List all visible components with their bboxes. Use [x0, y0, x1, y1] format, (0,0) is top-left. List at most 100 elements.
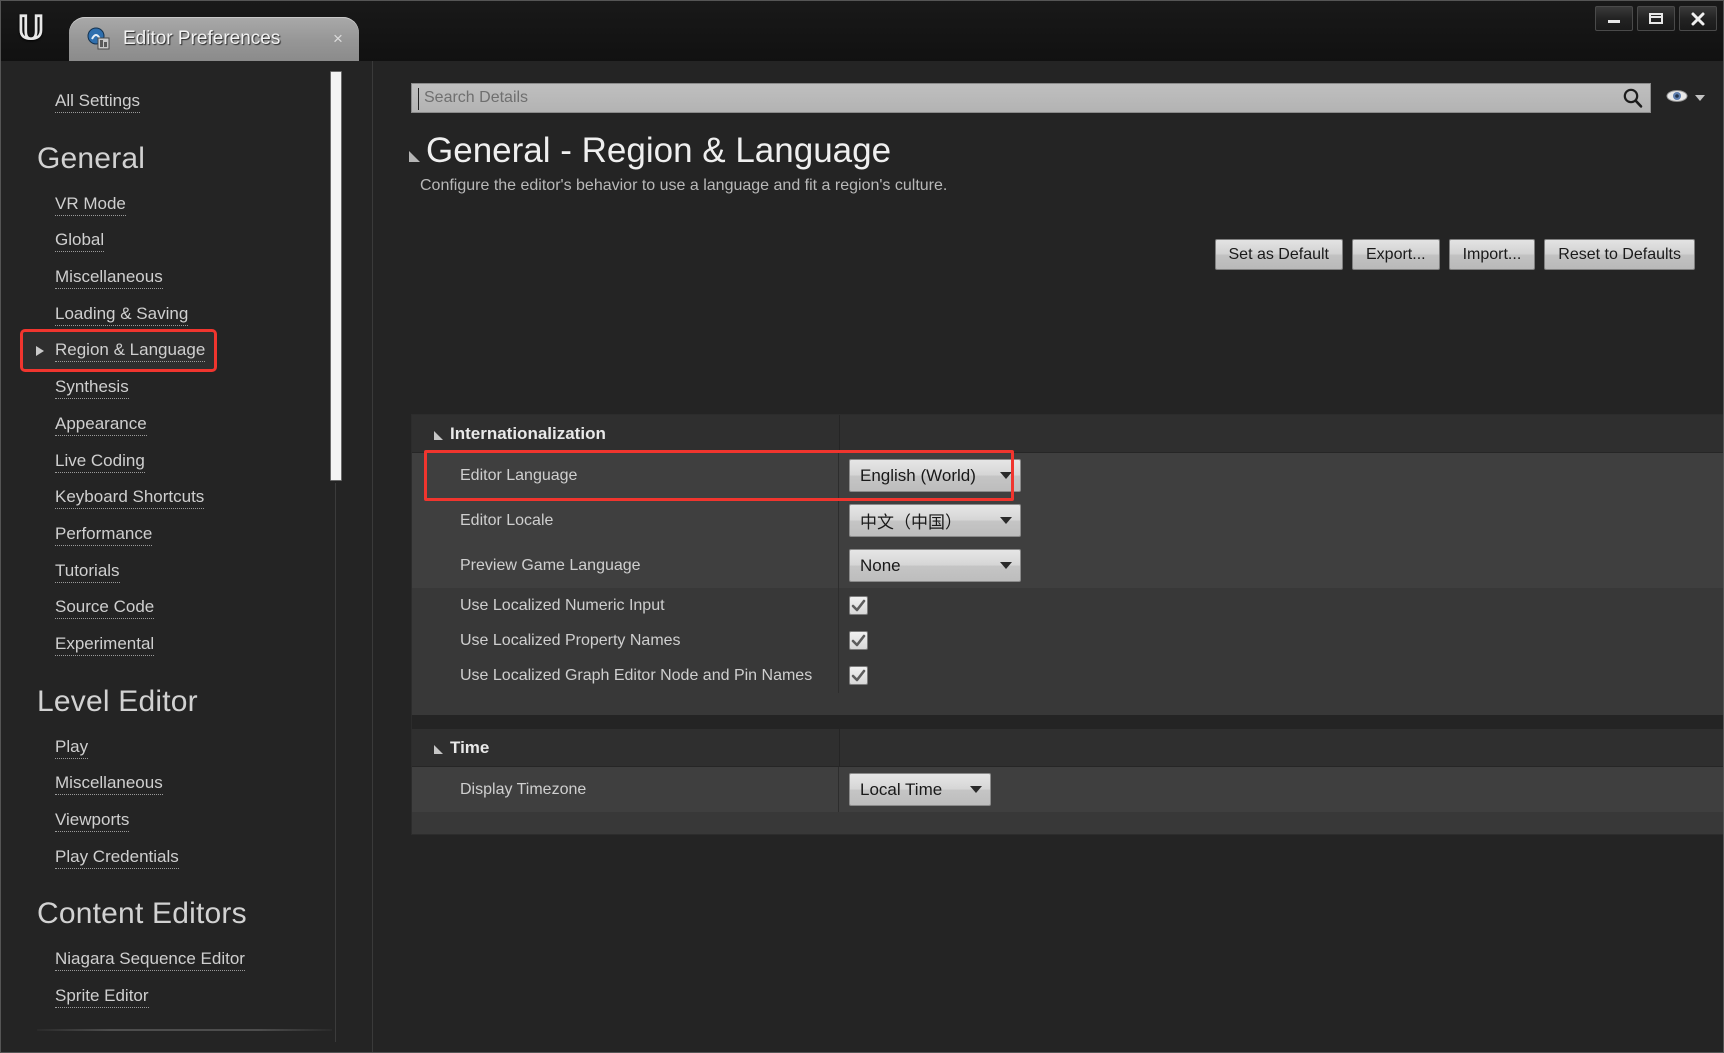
editor-language-value: English (World) — [860, 465, 976, 485]
sidebar-item-label: Play Credentials — [55, 846, 179, 869]
sidebar-item-label: Keyboard Shortcuts — [55, 487, 205, 510]
sidebar-item-miscellaneous[interactable]: Miscellaneous — [1, 765, 372, 802]
sidebar-item-label: Region & Language — [55, 340, 206, 363]
display-timezone-dropdown[interactable]: Local Time — [849, 773, 991, 807]
property-row-use-localized-graph-editor-node-and-pin-names: Use Localized Graph Editor Node and Pin … — [412, 658, 1723, 694]
property-row-display-timezone: Display Timezone Local Time — [412, 767, 1723, 813]
preview-game-language-dropdown[interactable]: None — [849, 549, 1021, 583]
property-label: Use Localized Graph Editor Node and Pin … — [412, 658, 839, 694]
sidebar-item-niagara-sequence-editor[interactable]: Niagara Sequence Editor — [1, 941, 372, 978]
sidebar-item-play[interactable]: Play — [1, 729, 372, 766]
chevron-down-icon — [1695, 95, 1705, 101]
property-label: Use Localized Numeric Input — [412, 588, 839, 624]
settings-sidebar: All Settings General VR Mode Global Misc… — [1, 61, 373, 1052]
column-divider — [839, 415, 840, 453]
property-value — [839, 658, 1723, 693]
sidebar-item-keyboard-shortcuts[interactable]: Keyboard Shortcuts — [1, 479, 372, 516]
sidebar-item-label: Viewports — [55, 810, 130, 832]
sidebar-scrollbar-track[interactable] — [330, 71, 342, 1042]
use-localized-graph-editor-node-and-pin-names-checkbox[interactable] — [849, 666, 868, 686]
sidebar-group-title: Content Editors — [37, 897, 247, 931]
sidebar-item-label: VR Mode — [55, 193, 126, 216]
sidebar-item-tutorials[interactable]: Tutorials — [1, 553, 372, 590]
search-box[interactable] — [411, 83, 1651, 113]
sidebar-item-label: Play — [55, 736, 89, 759]
sidebar-item-label: Miscellaneous — [55, 773, 163, 796]
page-title: General - Region & Language — [426, 131, 892, 170]
reset-to-defaults-button[interactable]: Reset to Defaults — [1544, 239, 1695, 270]
panel-padding — [412, 812, 1723, 834]
sidebar-item-loading-saving[interactable]: Loading & Saving — [1, 296, 372, 333]
sidebar-item-label: Source Code — [55, 597, 155, 620]
set-as-default-button[interactable]: Set as Default — [1214, 239, 1343, 270]
use-localized-numeric-input-checkbox[interactable] — [849, 596, 868, 616]
display-timezone-value: Local Time — [860, 779, 943, 799]
action-button-row: Set as Default Export... Import... Reset to… — [1214, 239, 1695, 270]
sidebar-item-label: Miscellaneous — [55, 267, 163, 290]
sidebar-item-miscellaneous[interactable]: Miscellaneous — [1, 259, 372, 296]
sidebar-item-play-credentials[interactable]: Play Credentials — [1, 839, 372, 876]
property-row-editor-locale: Editor Locale 中文（中国） — [412, 498, 1723, 544]
sidebar-item-label: Loading & Saving — [55, 303, 189, 326]
search-row — [411, 83, 1705, 113]
sidebar-scrollbar-line — [335, 483, 336, 1042]
window-controls — [1595, 6, 1717, 31]
search-input[interactable] — [420, 89, 1620, 107]
text-caret — [418, 88, 419, 110]
sidebar-item-global[interactable]: Global — [1, 222, 372, 259]
sidebar-item-sprite-editor[interactable]: Sprite Editor — [1, 978, 372, 1015]
sidebar-item-label: Synthesis — [55, 377, 129, 400]
property-row-use-localized-numeric-input: Use Localized Numeric Input — [412, 588, 1723, 624]
editor-language-dropdown[interactable]: English (World) — [849, 459, 1021, 493]
sidebar-item-live-coding[interactable]: Live Coding — [1, 443, 372, 480]
chevron-down-icon — [1000, 562, 1012, 570]
sidebar-item-appearance[interactable]: Appearance — [1, 406, 372, 443]
editor-locale-dropdown[interactable]: 中文（中国） — [849, 504, 1021, 538]
sidebar-item-region-language[interactable]: Region & Language — [20, 329, 217, 373]
sidebar-item-label: Tutorials — [55, 560, 120, 583]
property-value — [839, 588, 1723, 623]
search-icon[interactable] — [1620, 85, 1646, 111]
import-button[interactable]: Import... — [1448, 239, 1536, 270]
category-header-internationalization[interactable]: Internationalization — [412, 415, 1723, 454]
sidebar-item-synthesis[interactable]: Synthesis — [1, 369, 372, 406]
property-row-editor-language: Editor Language English (World) — [412, 453, 1723, 499]
tab-close-icon[interactable]: × — [327, 28, 349, 50]
sidebar-item-all-settings[interactable]: All Settings — [1, 83, 372, 120]
close-button[interactable] — [1679, 6, 1717, 31]
expand-arrow-icon — [36, 345, 44, 356]
sidebar-scrollbar-thumb[interactable] — [330, 71, 342, 481]
view-options-button[interactable] — [1665, 88, 1705, 109]
sidebar-item-source-code[interactable]: Source Code — [1, 589, 372, 626]
preview-game-language-value: None — [860, 555, 901, 575]
property-label: Editor Language — [412, 453, 839, 499]
use-localized-property-names-checkbox[interactable] — [849, 631, 868, 651]
sidebar-item-experimental[interactable]: Experimental — [1, 626, 372, 663]
property-label: Use Localized Property Names — [412, 623, 839, 659]
property-label: Display Timezone — [412, 767, 839, 813]
collapse-section-icon[interactable] — [409, 151, 420, 162]
chevron-down-icon — [970, 786, 982, 794]
sidebar-item-vr-mode[interactable]: VR Mode — [1, 186, 372, 223]
export-button[interactable]: Export... — [1352, 239, 1440, 270]
chevron-down-icon — [1000, 517, 1012, 525]
property-value: Local Time — [839, 767, 1723, 812]
title-bar: 𝕌 Editor Preferences × — [1, 1, 1723, 61]
sidebar-item-label: Global — [55, 230, 105, 253]
collapse-category-icon — [434, 745, 443, 755]
sidebar-item-label: All Settings — [55, 91, 141, 113]
tab-editor-preferences[interactable]: Editor Preferences × — [69, 17, 359, 61]
property-value: English (World) — [839, 453, 1723, 498]
settings-main-panel: General - Region & Language Configure th… — [373, 61, 1723, 1052]
category-header-time[interactable]: Time — [412, 729, 1723, 768]
eye-icon — [1665, 88, 1689, 109]
minimize-button[interactable] — [1595, 6, 1633, 31]
sidebar-item-viewports[interactable]: Viewports — [1, 802, 372, 839]
property-row-use-localized-property-names: Use Localized Property Names — [412, 623, 1723, 659]
sidebar-item-performance[interactable]: Performance — [1, 516, 372, 553]
sidebar-item-label: Sprite Editor — [55, 986, 149, 1009]
sidebar-group-title: General — [37, 141, 146, 175]
sidebar-item-label: Appearance — [55, 413, 147, 436]
property-value: 中文（中国） — [839, 498, 1723, 543]
maximize-button[interactable] — [1637, 6, 1675, 31]
